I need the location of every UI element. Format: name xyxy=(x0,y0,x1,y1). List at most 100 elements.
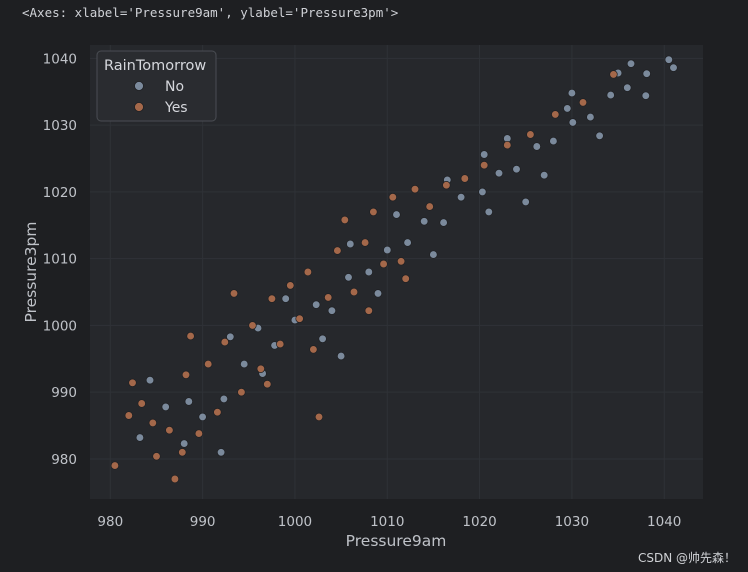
data-point-yes xyxy=(369,207,378,217)
y-tick-label: 1000 xyxy=(43,318,77,334)
y-tick-label: 1030 xyxy=(43,118,77,134)
data-point-no xyxy=(456,193,466,202)
data-point-yes xyxy=(360,238,370,247)
data-point-no xyxy=(549,136,558,146)
data-point-no xyxy=(216,448,226,457)
data-point-no xyxy=(135,433,145,442)
legend-label-yes: Yes xyxy=(164,100,188,116)
data-point-no xyxy=(383,245,392,255)
data-point-no xyxy=(494,169,504,178)
data-point-no xyxy=(312,300,321,309)
watermark: CSDN @帅先森！ xyxy=(637,551,736,565)
data-point-no xyxy=(478,187,487,197)
data-point-yes xyxy=(425,202,434,211)
data-point-no xyxy=(161,402,170,412)
data-point-yes xyxy=(229,289,239,298)
legend: RainTomorrow No Yes xyxy=(96,50,217,122)
data-point-no xyxy=(626,59,636,68)
data-point-no xyxy=(532,142,541,151)
data-point-yes xyxy=(267,294,277,303)
data-point-yes xyxy=(303,267,313,277)
y-tick-label: 1040 xyxy=(43,51,77,67)
y-tick-label: 1010 xyxy=(43,252,77,268)
y-axis-label: Pressure3pm xyxy=(22,222,40,323)
data-point-yes xyxy=(379,259,388,269)
data-point-no xyxy=(336,351,346,361)
y-tick-label: 1020 xyxy=(43,185,77,201)
data-point-no xyxy=(184,397,193,406)
data-point-yes xyxy=(137,399,146,408)
data-point-no xyxy=(327,306,337,315)
data-point-no xyxy=(403,238,412,247)
x-tick-label: 990 xyxy=(190,514,216,530)
data-point-yes xyxy=(480,161,489,170)
data-point-yes xyxy=(237,388,246,397)
data-point-yes xyxy=(248,321,257,330)
data-point-yes xyxy=(526,130,535,139)
data-point-no xyxy=(540,171,549,180)
data-point-yes xyxy=(410,185,420,194)
data-point-yes xyxy=(178,448,187,457)
y-tick-label: 980 xyxy=(51,452,77,468)
data-point-no xyxy=(344,273,353,282)
data-point-yes xyxy=(460,174,469,183)
data-point-yes xyxy=(349,287,359,297)
data-point-yes xyxy=(128,378,137,387)
data-point-no xyxy=(664,55,673,64)
data-point-no xyxy=(563,104,572,113)
data-point-no xyxy=(281,294,290,303)
legend-marker-no xyxy=(134,81,144,91)
data-point-yes xyxy=(314,412,324,422)
data-point-yes xyxy=(578,98,588,107)
data-point-yes xyxy=(324,293,333,302)
data-point-yes xyxy=(340,215,349,225)
data-point-no xyxy=(521,197,530,207)
data-point-yes xyxy=(152,452,161,461)
data-point-no xyxy=(623,83,632,92)
data-point-no xyxy=(198,412,207,422)
data-point-no xyxy=(595,131,604,140)
data-point-yes xyxy=(256,364,265,373)
data-point-no xyxy=(642,69,651,78)
data-point-yes xyxy=(170,474,180,484)
data-point-no xyxy=(240,359,249,369)
data-point-yes xyxy=(276,339,285,349)
legend-title: RainTomorrow xyxy=(104,58,206,74)
x-tick-label: 1040 xyxy=(647,514,681,530)
data-point-yes xyxy=(213,408,222,417)
x-tick-label: 1030 xyxy=(555,514,589,530)
data-point-yes xyxy=(333,246,342,255)
data-point-yes xyxy=(396,257,406,266)
data-point-yes xyxy=(551,110,560,119)
data-point-yes xyxy=(309,345,318,354)
data-point-yes xyxy=(124,411,133,420)
data-point-yes xyxy=(609,70,618,79)
data-point-no xyxy=(219,394,229,404)
data-point-yes xyxy=(148,418,157,428)
data-point-yes xyxy=(295,314,304,323)
data-point-yes xyxy=(181,370,191,379)
data-point-yes xyxy=(194,429,204,438)
data-point-yes xyxy=(286,281,295,290)
data-point-no xyxy=(145,376,155,385)
data-point-no xyxy=(439,218,448,227)
data-point-yes xyxy=(503,140,512,150)
data-point-no xyxy=(641,91,650,100)
x-tick-label: 980 xyxy=(97,514,123,530)
data-point-no xyxy=(669,63,678,72)
data-point-no xyxy=(606,90,615,100)
legend-label-no: No xyxy=(165,79,184,95)
y-tick-label: 990 xyxy=(51,385,77,401)
data-point-no xyxy=(586,112,595,122)
data-point-yes xyxy=(388,193,397,202)
data-point-yes xyxy=(110,461,120,470)
data-point-no xyxy=(420,217,429,226)
data-point-yes xyxy=(364,306,373,315)
data-point-no xyxy=(512,165,521,174)
data-point-no xyxy=(364,267,373,277)
data-point-yes xyxy=(442,181,451,190)
data-point-yes xyxy=(165,426,174,435)
data-point-yes xyxy=(186,331,195,341)
data-point-no xyxy=(373,289,383,298)
data-point-no xyxy=(568,118,577,127)
